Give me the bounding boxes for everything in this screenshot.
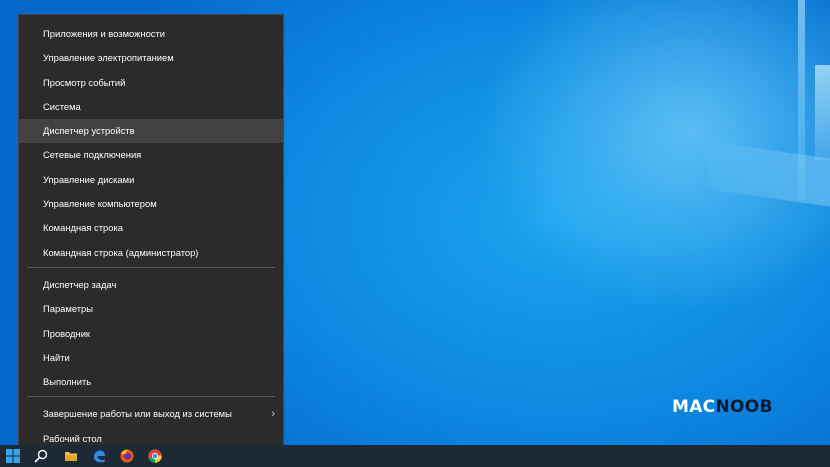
- menu-item-apps-features[interactable]: Приложения и возможности: [19, 22, 283, 46]
- wallpaper-light-beam: [815, 65, 830, 160]
- menu-item-computer-management[interactable]: Управление компьютером: [19, 192, 283, 216]
- menu-item-system[interactable]: Система: [19, 95, 283, 119]
- menu-item-shutdown-signout[interactable]: Завершение работы или выход из системы ›: [19, 402, 283, 426]
- menu-item-power-options[interactable]: Управление электропитанием: [19, 46, 283, 70]
- edge-icon[interactable]: [91, 448, 107, 464]
- menu-item-command-prompt[interactable]: Командная строка: [19, 216, 283, 240]
- menu-item-file-explorer[interactable]: Проводник: [19, 322, 283, 346]
- chrome-icon[interactable]: [147, 448, 163, 464]
- menu-separator: [27, 266, 275, 268]
- menu-item-command-prompt-admin[interactable]: Командная строка (администратор): [19, 241, 283, 265]
- menu-item-task-manager[interactable]: Диспетчер задач: [19, 273, 283, 297]
- menu-item-device-manager[interactable]: Диспетчер устройств: [19, 119, 283, 144]
- wallpaper-light-beam: [708, 141, 830, 207]
- search-icon[interactable]: [33, 448, 49, 464]
- watermark-logo: MACNOOB: [672, 397, 773, 417]
- menu-item-network-connections[interactable]: Сетевые подключения: [19, 143, 283, 167]
- firefox-icon[interactable]: [119, 448, 135, 464]
- menu-item-run[interactable]: Выполнить: [19, 370, 283, 394]
- winx-context-menu: Приложения и возможности Управление элек…: [18, 14, 284, 454]
- taskbar: [0, 445, 830, 467]
- windows-start-icon[interactable]: [5, 448, 21, 464]
- menu-item-settings[interactable]: Параметры: [19, 297, 283, 321]
- file-explorer-icon[interactable]: [63, 448, 79, 464]
- menu-item-disk-management[interactable]: Управление дисками: [19, 168, 283, 192]
- menu-item-label: Завершение работы или выход из системы: [43, 408, 232, 420]
- menu-item-event-viewer[interactable]: Просмотр событий: [19, 71, 283, 95]
- menu-item-search[interactable]: Найти: [19, 346, 283, 370]
- menu-separator: [27, 396, 275, 398]
- chevron-right-icon: ›: [271, 408, 275, 421]
